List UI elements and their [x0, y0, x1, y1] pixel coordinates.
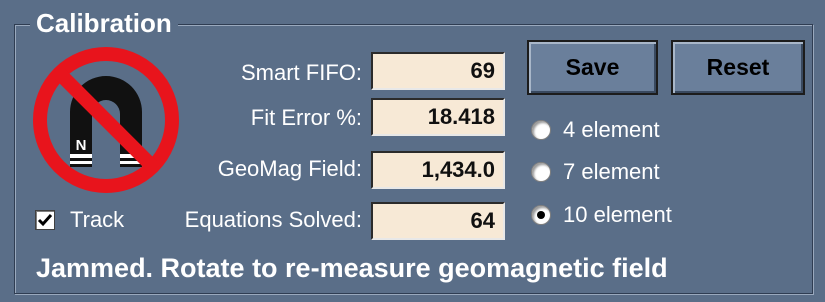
svg-text:N: N	[76, 137, 87, 154]
fit-error-label: Fit Error %:	[250, 105, 362, 130]
radio-10-element[interactable]: 10 element	[531, 201, 672, 229]
group-title: Calibration	[30, 8, 178, 38]
radio-10-element-indicator[interactable]	[531, 205, 551, 225]
radio-4-element-label: 4 element	[563, 117, 660, 142]
radio-7-element-indicator[interactable]	[531, 162, 551, 182]
radio-4-element-indicator[interactable]	[531, 120, 551, 140]
checkmark-icon	[37, 214, 53, 227]
track-checkbox[interactable]	[35, 210, 55, 230]
track-label: Track	[70, 207, 125, 232]
geomag-field-value: 1,434.0	[371, 151, 505, 189]
fit-error-value: 18.418	[371, 98, 505, 136]
smart-fifo-value: 69	[371, 52, 505, 90]
calibration-panel: Calibration N S Smart FIFO: 69	[0, 0, 825, 302]
equations-solved-value: 64	[371, 202, 505, 240]
radio-7-element-label: 7 element	[563, 159, 660, 184]
radio-7-element[interactable]: 7 element	[531, 158, 660, 186]
no-magnet-icon: N S	[28, 42, 184, 198]
status-message: Jammed. Rotate to re-measure geomagnetic…	[36, 253, 668, 283]
reset-button[interactable]: Reset	[671, 40, 805, 95]
save-button[interactable]: Save	[527, 40, 658, 95]
radio-4-element[interactable]: 4 element	[531, 116, 660, 144]
geomag-field-label: GeoMag Field:	[217, 156, 362, 181]
equations-solved-label: Equations Solved:	[184, 207, 362, 232]
radio-10-element-label: 10 element	[563, 202, 672, 227]
smart-fifo-label: Smart FIFO:	[241, 60, 362, 85]
